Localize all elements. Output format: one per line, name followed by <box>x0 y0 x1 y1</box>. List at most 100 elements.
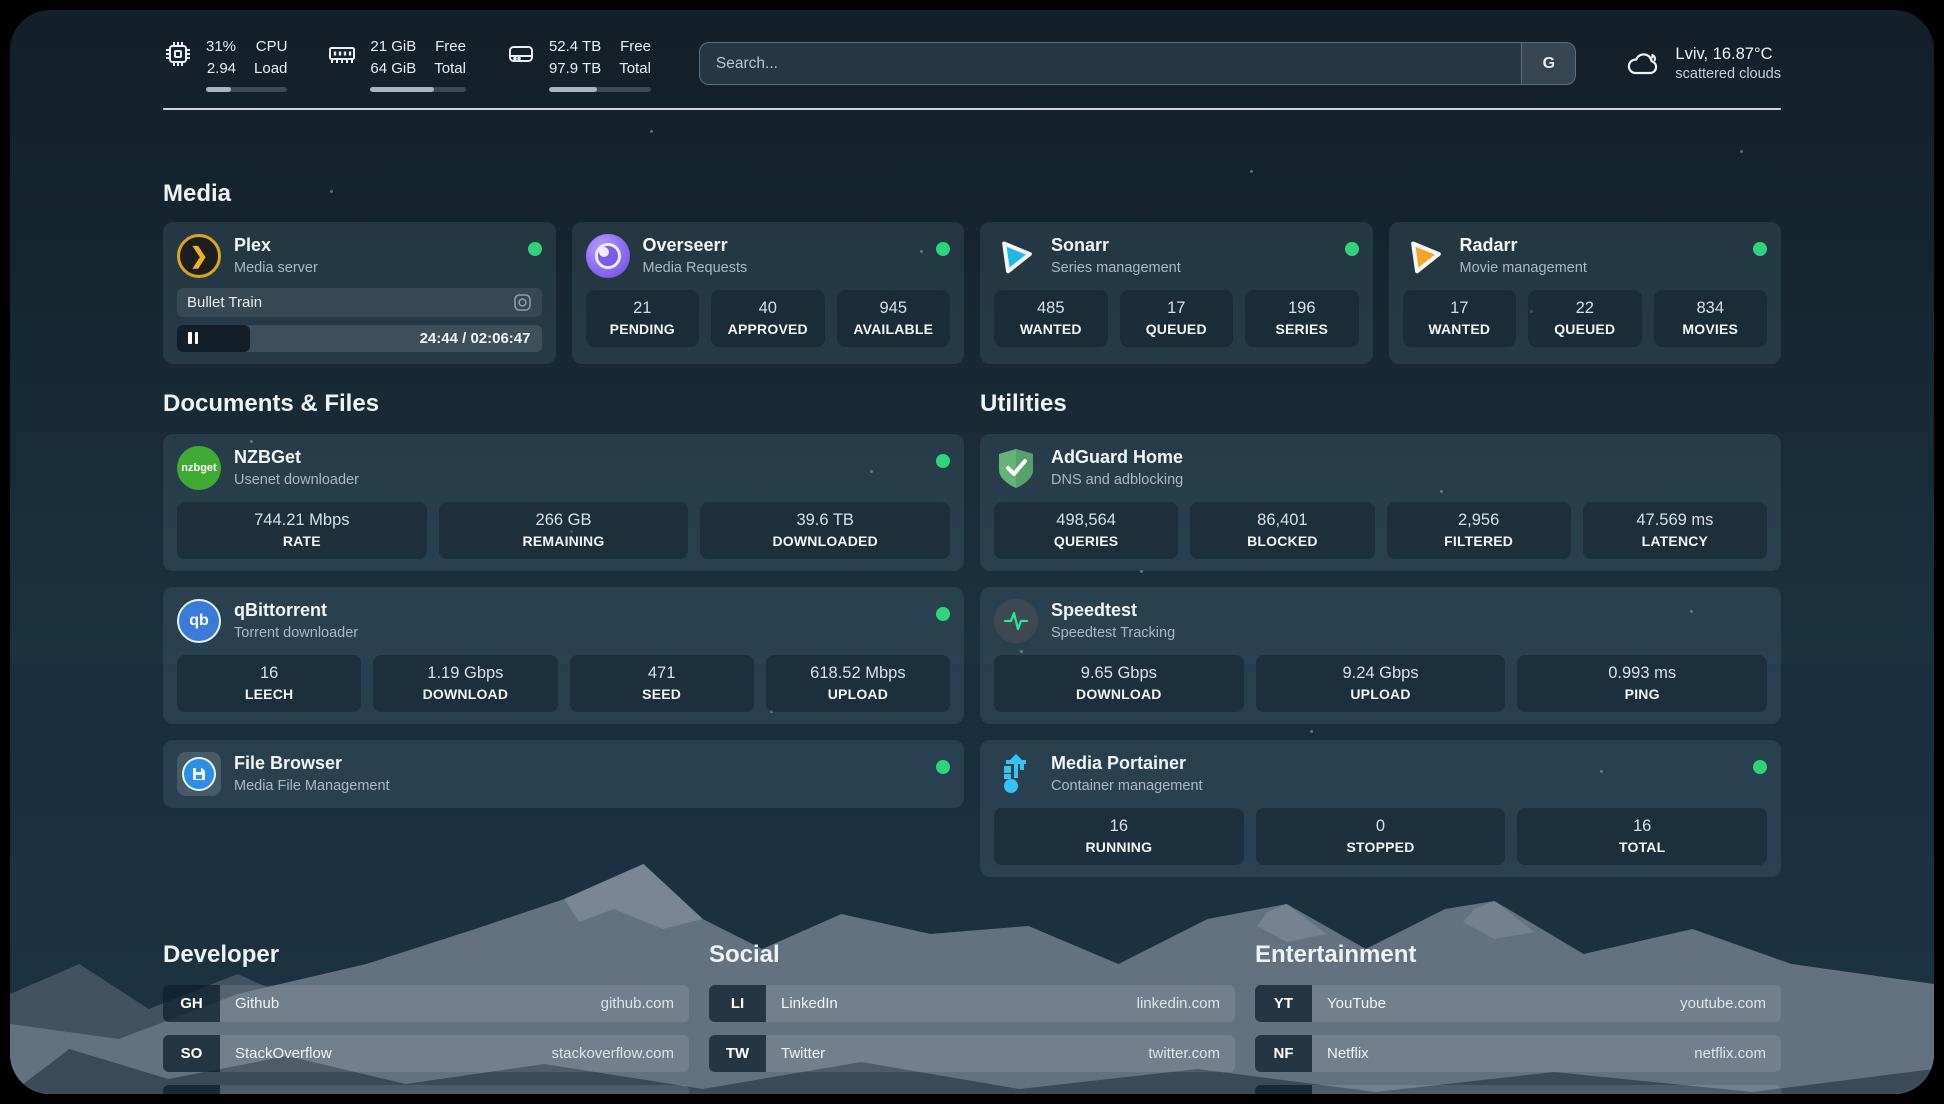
stat-value: 16 <box>1521 817 1763 836</box>
status-dot <box>1753 760 1767 774</box>
service-card-overseerr[interactable]: Overseerr Media Requests 21 PENDING 40 A… <box>572 222 965 364</box>
service-card-adguard[interactable]: AdGuard Home DNS and adblocking 498,564 … <box>980 434 1781 571</box>
bookmarks-social: Social LI LinkedIn linkedin.com TW Twitt… <box>709 941 1235 1095</box>
service-card-sonarr[interactable]: Sonarr Series management 485 WANTED 17 Q… <box>980 222 1373 364</box>
view-details-icon[interactable] <box>513 293 532 312</box>
stat-block: 86,401 BLOCKED <box>1190 502 1374 559</box>
section-title-media: Media <box>163 180 1781 208</box>
stat-value: 945 <box>841 299 947 318</box>
stat-value: 471 <box>574 664 750 683</box>
bookmark-linkedin[interactable]: LI LinkedIn linkedin.com <box>709 985 1235 1022</box>
service-card-plex[interactable]: ❯ Plex Media server Bullet Train <box>163 222 556 364</box>
search-bar: G <box>699 42 1577 85</box>
stat-value: 0.993 ms <box>1521 664 1763 683</box>
bookmark-abbr: LI <box>709 985 766 1022</box>
service-description: Speedtest Tracking <box>1051 625 1175 641</box>
service-card-nzbget[interactable]: nzbget NZBGet Usenet downloader 744.21 M… <box>163 434 964 571</box>
bookmark-name: Twitter <box>781 1045 825 1062</box>
stat-label: MOVIES <box>1658 321 1764 337</box>
header-divider <box>163 108 1781 110</box>
memory-widget: 21 GiB 64 GiB Free Total <box>327 36 466 92</box>
utilities-column: Utilities Ad <box>980 390 1781 893</box>
bookmark-github[interactable]: GH Github github.com <box>163 985 689 1022</box>
stat-value: 17 <box>1124 299 1230 318</box>
status-dot <box>936 242 950 256</box>
service-card-radarr[interactable]: Radarr Movie management 17 WANTED 22 QUE… <box>1389 222 1782 364</box>
stat-value: 1.19 Gbps <box>377 664 553 683</box>
stat-block: 266 GB REMAINING <box>439 502 689 559</box>
stat-label: WANTED <box>1407 321 1513 337</box>
stat-label: LATENCY <box>1587 533 1763 549</box>
service-card-portainer[interactable]: Media Portainer Container management 16 … <box>980 740 1781 877</box>
stat-value: 0 <box>1260 817 1502 836</box>
weather-widget[interactable]: Lviv, 16.87°C scattered clouds <box>1624 45 1781 83</box>
stat-value: 498,564 <box>998 511 1174 530</box>
memory-total-value: 64 GiB <box>370 58 416 80</box>
now-playing-row: Bullet Train <box>177 288 542 317</box>
memory-free-value: 21 GiB <box>370 36 416 58</box>
bookmark-reddit[interactable]: RE Reddit reddit.com <box>1255 1085 1781 1095</box>
bookmark-name: LinkedIn <box>781 995 838 1012</box>
stat-value: 47.569 ms <box>1587 511 1763 530</box>
bookmark-url: github.com <box>601 995 674 1012</box>
disk-progress-track <box>549 87 651 92</box>
section-title-developer: Developer <box>163 941 689 969</box>
bookmark-netflix[interactable]: NF Netflix netflix.com <box>1255 1035 1781 1072</box>
cpu-usage-label: CPU <box>254 36 287 58</box>
pause-icon[interactable] <box>188 332 198 344</box>
speedtest-icon <box>994 599 1038 643</box>
service-card-qbittorrent[interactable]: qb qBittorrent Torrent downloader 16 <box>163 587 964 724</box>
stat-value: 744.21 Mbps <box>181 511 423 530</box>
stat-value: 39.6 TB <box>704 511 946 530</box>
cpu-progress-fill <box>206 87 231 92</box>
service-description: Usenet downloader <box>234 472 359 488</box>
stat-label: WANTED <box>998 321 1104 337</box>
weather-condition: scattered clouds <box>1675 66 1781 82</box>
stat-block: 834 MOVIES <box>1654 290 1768 347</box>
documents-column: Documents & Files nzbget NZBGet Usenet d… <box>163 390 964 824</box>
playback-time: 24:44 / 02:06:47 <box>420 330 542 347</box>
bookmark-youtube[interactable]: YT YouTube youtube.com <box>1255 985 1781 1022</box>
bookmark-abbr: GH <box>163 985 220 1022</box>
bookmark-url: youtube.com <box>1680 995 1766 1012</box>
stat-label: UPLOAD <box>770 686 946 702</box>
bookmark-abbr: TW <box>709 1035 766 1072</box>
bookmark-dev[interactable]: DT DEV dev.to <box>163 1085 689 1095</box>
service-card-filebrowser[interactable]: File Browser Media File Management <box>163 740 964 808</box>
cpu-usage-value: 31% <box>206 36 236 58</box>
bookmark-stackoverflow[interactable]: SO StackOverflow stackoverflow.com <box>163 1035 689 1072</box>
service-name: Media Portainer <box>1051 753 1203 775</box>
adguard-icon <box>994 446 1038 490</box>
bookmark-url: twitter.com <box>1148 1045 1220 1062</box>
status-dot <box>936 607 950 621</box>
bookmark-twitter[interactable]: TW Twitter twitter.com <box>709 1035 1235 1072</box>
stat-value: 266 GB <box>443 511 685 530</box>
cpu-load-label: Load <box>254 58 287 80</box>
stat-value: 2,956 <box>1391 511 1567 530</box>
bookmark-url: netflix.com <box>1694 1045 1766 1062</box>
stat-value: 40 <box>715 299 821 318</box>
stat-block: 618.52 Mbps UPLOAD <box>766 655 950 712</box>
stat-value: 16 <box>998 817 1240 836</box>
stat-value: 16 <box>181 664 357 683</box>
stat-block: 0 STOPPED <box>1256 808 1506 865</box>
stat-value: 196 <box>1249 299 1355 318</box>
disk-widget: 52.4 TB 97.9 TB Free Total <box>506 36 651 92</box>
stat-block: 40 APPROVED <box>711 290 825 347</box>
service-description: Media Requests <box>643 260 748 276</box>
stat-label: QUEUED <box>1532 321 1638 337</box>
stat-label: APPROVED <box>715 321 821 337</box>
memory-progress-track <box>370 87 466 92</box>
status-dot <box>528 242 542 256</box>
memory-free-label: Free <box>434 36 466 58</box>
stat-value: 17 <box>1407 299 1513 318</box>
stat-value: 9.65 Gbps <box>998 664 1240 683</box>
stat-label: RATE <box>181 533 423 549</box>
search-provider-button[interactable]: G <box>1521 43 1575 84</box>
search-input[interactable] <box>700 43 1522 84</box>
playback-progress-bar: 24:44 / 02:06:47 <box>177 325 542 352</box>
service-name: File Browser <box>234 753 390 775</box>
stat-value: 485 <box>998 299 1104 318</box>
service-card-speedtest[interactable]: Speedtest Speedtest Tracking 9.65 Gbps D… <box>980 587 1781 724</box>
filebrowser-icon <box>177 752 221 796</box>
